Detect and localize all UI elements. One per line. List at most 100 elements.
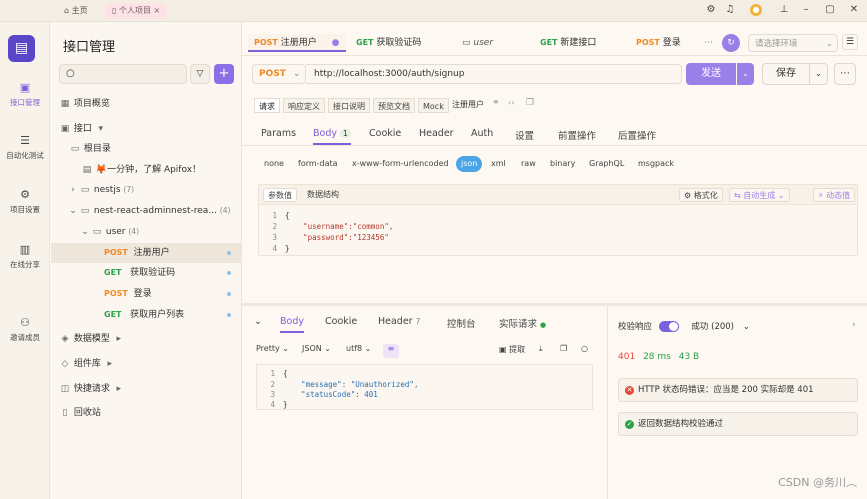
search-icon[interactable]: ○ bbox=[581, 344, 588, 353]
validation-result-select[interactable]: 成功 (200) bbox=[691, 322, 734, 332]
body-type-none[interactable]: none bbox=[261, 156, 287, 172]
tree-item-trash[interactable]: ▯ 回收站 bbox=[51, 403, 241, 423]
tab-signup[interactable]: POST 注册用户 ● bbox=[248, 34, 346, 52]
collapse-panel-icon[interactable]: › bbox=[852, 320, 856, 330]
copy-icon[interactable]: ❐ bbox=[560, 344, 567, 353]
close-icon[interactable]: × bbox=[154, 6, 161, 15]
subtab-response-def[interactable]: 响应定义 bbox=[283, 98, 325, 113]
line-number: 4 bbox=[270, 400, 275, 409]
save-button[interactable]: 保存 bbox=[762, 63, 810, 85]
subtab-request[interactable]: 请求 bbox=[254, 98, 280, 113]
subtab-mock[interactable]: Mock bbox=[418, 98, 449, 113]
minimize-icon[interactable]: – bbox=[800, 4, 812, 16]
dynamic-label: 动态值 bbox=[826, 191, 851, 200]
copy-icon[interactable]: ❐ bbox=[526, 98, 534, 108]
add-button[interactable]: + bbox=[214, 64, 234, 84]
url-input[interactable]: http://localhost:3000/auth/signup bbox=[306, 64, 682, 84]
tree-item-api[interactable]: ▣ 接口 ▾ bbox=[51, 119, 241, 139]
body-type-binary[interactable]: binary bbox=[547, 156, 578, 172]
tree-item-userlist[interactable]: GET 获取用户列表 bbox=[51, 305, 241, 325]
autogen-button[interactable]: ⇆ 自动生成 ⌄ bbox=[729, 188, 790, 202]
pin-icon[interactable]: ⊥ bbox=[778, 4, 790, 16]
resp-tab-console[interactable]: 控制台 bbox=[447, 316, 476, 330]
code-icon[interactable]: ‹› bbox=[508, 98, 514, 107]
resp-tab-cookie[interactable]: Cookie bbox=[325, 316, 357, 327]
tab-captcha[interactable]: GET 获取验证码 bbox=[356, 34, 421, 52]
filter-button[interactable]: ▽ bbox=[190, 64, 210, 84]
tab-post-ops[interactable]: 后置操作 bbox=[618, 128, 656, 142]
link-icon[interactable]: ⚭ bbox=[492, 98, 500, 108]
window-close-icon[interactable]: ✕ bbox=[848, 4, 860, 16]
nav-online-share[interactable]: ▥ 在线分享 bbox=[0, 244, 50, 270]
tree-item-overview[interactable]: ▦ 项目概览 bbox=[51, 94, 241, 114]
send-button[interactable]: 发送 bbox=[686, 63, 736, 85]
request-body-editor[interactable]: 1{ 2 "username":"common", 3 "password":"… bbox=[258, 204, 858, 256]
validation-toggle[interactable] bbox=[658, 321, 679, 332]
body-type-form-data[interactable]: form-data bbox=[295, 156, 341, 172]
tree-item-captcha[interactable]: GET 获取验证码 bbox=[51, 263, 241, 283]
nav-api-management[interactable]: ▣ 接口管理 bbox=[0, 82, 50, 108]
bell-icon[interactable]: ♫ bbox=[724, 4, 736, 16]
download-icon[interactable]: ⤓ bbox=[539, 344, 543, 354]
tab-auth[interactable]: Auth bbox=[471, 128, 493, 139]
extract-button[interactable]: ▣ 提取 bbox=[499, 344, 525, 355]
tree-item-nest-react[interactable]: ⌄ ▭ nest-react-adminnest-rea... (4) bbox=[51, 201, 241, 221]
body-type-urlencoded[interactable]: x-www-form-urlencoded bbox=[349, 156, 452, 172]
encoding-select[interactable]: utf8 ⌄ bbox=[346, 344, 371, 353]
pretty-select[interactable]: Pretty ⌄ bbox=[256, 344, 289, 353]
tree-item-datamodel[interactable]: ◈ 数据模型 ▸ bbox=[51, 329, 241, 349]
dynamic-value-button[interactable]: ⚡ 动态值 bbox=[813, 188, 856, 202]
wrap-icon[interactable]: ≡ bbox=[383, 344, 399, 358]
tab-cookie[interactable]: Cookie bbox=[369, 128, 401, 139]
maximize-icon[interactable]: ▢ bbox=[824, 4, 836, 16]
body-type-raw[interactable]: raw bbox=[518, 156, 539, 172]
params-view-button[interactable]: 参数值 bbox=[263, 188, 297, 202]
home-tab[interactable]: ⌂ 主页 bbox=[58, 3, 94, 19]
tree-item-user[interactable]: ⌄ ▭ user (4) bbox=[51, 222, 241, 242]
format-button[interactable]: ⚙ 格式化 bbox=[679, 188, 723, 202]
nav-invite[interactable]: ⚇ 邀请成员 bbox=[0, 317, 50, 343]
more-button[interactable]: ⋯ bbox=[834, 63, 856, 85]
body-type-msgpack[interactable]: msgpack bbox=[635, 156, 677, 172]
resp-tab-header[interactable]: Header 7 bbox=[378, 316, 420, 327]
method-select[interactable]: POST ⌄ bbox=[252, 64, 306, 84]
tree-item-components[interactable]: ◇ 组件库 ▸ bbox=[51, 354, 241, 374]
body-type-graphql[interactable]: GraphQL bbox=[586, 156, 627, 172]
tab-settings[interactable]: 设置 bbox=[515, 128, 534, 142]
resp-tab-actual-request[interactable]: 实际请求 ● bbox=[499, 316, 546, 330]
schema-view-button[interactable]: 数据结构 bbox=[303, 188, 343, 202]
tree-item-signup[interactable]: POST 注册用户 bbox=[51, 243, 241, 263]
tree-item-root[interactable]: ▭ 根目录 bbox=[51, 139, 241, 159]
tab-new-api[interactable]: GET 新建接口 bbox=[540, 34, 596, 52]
collapse-icon[interactable]: ⌄ bbox=[254, 316, 262, 327]
tree-item-intro[interactable]: ▤ 🦊一分钟，了解 Apifox！ bbox=[51, 160, 241, 180]
menu-icon[interactable]: ☰ bbox=[842, 34, 858, 50]
body-type-xml[interactable]: xml bbox=[488, 156, 509, 172]
more-tabs-icon[interactable]: ⋯ bbox=[704, 34, 713, 52]
subtab-doc[interactable]: 接口说明 bbox=[328, 98, 370, 113]
gear-icon[interactable]: ⚙ bbox=[705, 4, 717, 16]
body-type-json[interactable]: json bbox=[456, 156, 483, 172]
send-dropdown-button[interactable]: ⌄ bbox=[737, 63, 754, 85]
env-select[interactable]: 请选择环境 ⌄ bbox=[748, 34, 838, 52]
tab-body[interactable]: Body 1 bbox=[313, 128, 351, 145]
avatar[interactable]: ● bbox=[750, 4, 762, 16]
tree-item-login[interactable]: POST 登录 bbox=[51, 284, 241, 304]
project-tab[interactable]: ▯ 个人项目 × bbox=[106, 3, 167, 19]
resp-tab-body[interactable]: Body bbox=[280, 316, 304, 333]
tree-item-quick-request[interactable]: ◫ 快捷请求 ▸ bbox=[51, 379, 241, 399]
tab-header[interactable]: Header bbox=[419, 128, 454, 139]
save-dropdown-button[interactable]: ⌄ bbox=[809, 63, 828, 85]
tab-user[interactable]: ▭ user bbox=[462, 34, 493, 52]
tab-params[interactable]: Params bbox=[261, 128, 296, 139]
tab-pre-ops[interactable]: 前置操作 bbox=[558, 128, 596, 142]
nav-auto-test[interactable]: ☰ 自动化测试 bbox=[0, 135, 50, 161]
format-select[interactable]: JSON ⌄ bbox=[302, 344, 331, 353]
refresh-icon[interactable]: ↻ bbox=[722, 34, 740, 52]
search-input[interactable]: ○ bbox=[59, 64, 187, 84]
tab-login[interactable]: POST 登录 bbox=[636, 34, 681, 52]
nav-project-settings[interactable]: ⚙ 项目设置 bbox=[0, 189, 50, 215]
tree-item-nestjs[interactable]: › ▭ nestjs (7) bbox=[51, 180, 241, 200]
subtab-preview[interactable]: 预览文档 bbox=[373, 98, 415, 113]
response-body-viewer[interactable]: 1{ 2 "message": "Unauthorized", 3 "statu… bbox=[256, 364, 593, 410]
